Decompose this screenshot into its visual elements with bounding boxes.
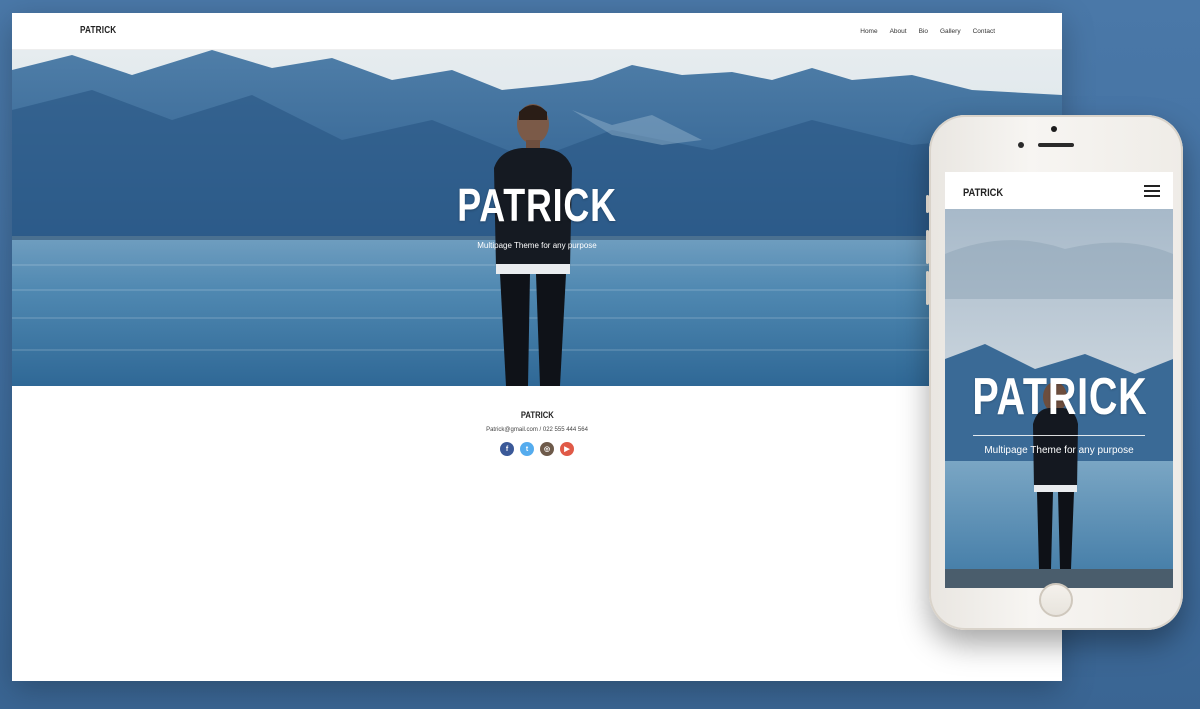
nav-item-bio[interactable]: Bio bbox=[919, 28, 928, 35]
nav-item-contact[interactable]: Contact bbox=[973, 28, 995, 35]
mobile-hero-title: PATRICK bbox=[972, 368, 1148, 426]
mobile-hero-subtitle: Multipage Theme for any purpose bbox=[984, 445, 1134, 456]
phone-mockup: PATRICK PATRICK Multipage Theme for any … bbox=[926, 115, 1183, 630]
nav-item-home[interactable]: Home bbox=[860, 28, 877, 35]
phone-volume-down bbox=[926, 271, 929, 305]
mobile-navbar: PATRICK bbox=[945, 172, 1173, 209]
phone-mute-switch bbox=[926, 195, 929, 213]
phone-screen: PATRICK PATRICK Multipage Theme for any … bbox=[945, 172, 1173, 588]
hero-banner: PATRICK Multipage Theme for any purpose bbox=[12, 50, 1062, 386]
twitter-icon[interactable]: t bbox=[520, 442, 534, 456]
footer-name: PATRICK bbox=[520, 410, 554, 420]
hero-title: PATRICK bbox=[457, 179, 617, 231]
hero-subtitle: Multipage Theme for any purpose bbox=[477, 241, 597, 250]
hamburger-icon[interactable] bbox=[1144, 185, 1160, 198]
proximity-sensor bbox=[1018, 142, 1024, 148]
desktop-navbar: PATRICK Home About Bio Gallery Contact bbox=[12, 13, 1062, 50]
desktop-browser-mockup: PATRICK Home About Bio Gallery Contact P… bbox=[12, 13, 1062, 681]
social-links: f t ◎ ▶ bbox=[12, 442, 1062, 456]
footer-contact-info: Patrick@gmail.com / 022 555 444 564 bbox=[486, 427, 588, 433]
home-button[interactable] bbox=[1039, 583, 1073, 617]
mobile-site-logo[interactable]: PATRICK bbox=[963, 187, 1003, 199]
earpiece-speaker bbox=[1038, 143, 1074, 147]
contact-section: PATRICK Patrick@gmail.com / 022 555 444 … bbox=[12, 405, 1062, 456]
nav-item-about[interactable]: About bbox=[890, 28, 907, 35]
desktop-nav-menu: Home About Bio Gallery Contact bbox=[860, 28, 995, 35]
phone-volume-up bbox=[926, 230, 929, 264]
front-camera bbox=[1051, 126, 1057, 132]
facebook-icon[interactable]: f bbox=[500, 442, 514, 456]
mobile-hero-divider bbox=[973, 435, 1145, 436]
instagram-icon[interactable]: ◎ bbox=[540, 442, 554, 456]
youtube-icon[interactable]: ▶ bbox=[560, 442, 574, 456]
nav-item-gallery[interactable]: Gallery bbox=[940, 28, 961, 35]
mobile-hero: PATRICK Multipage Theme for any purpose bbox=[945, 209, 1173, 588]
site-logo[interactable]: PATRICK bbox=[80, 25, 116, 36]
